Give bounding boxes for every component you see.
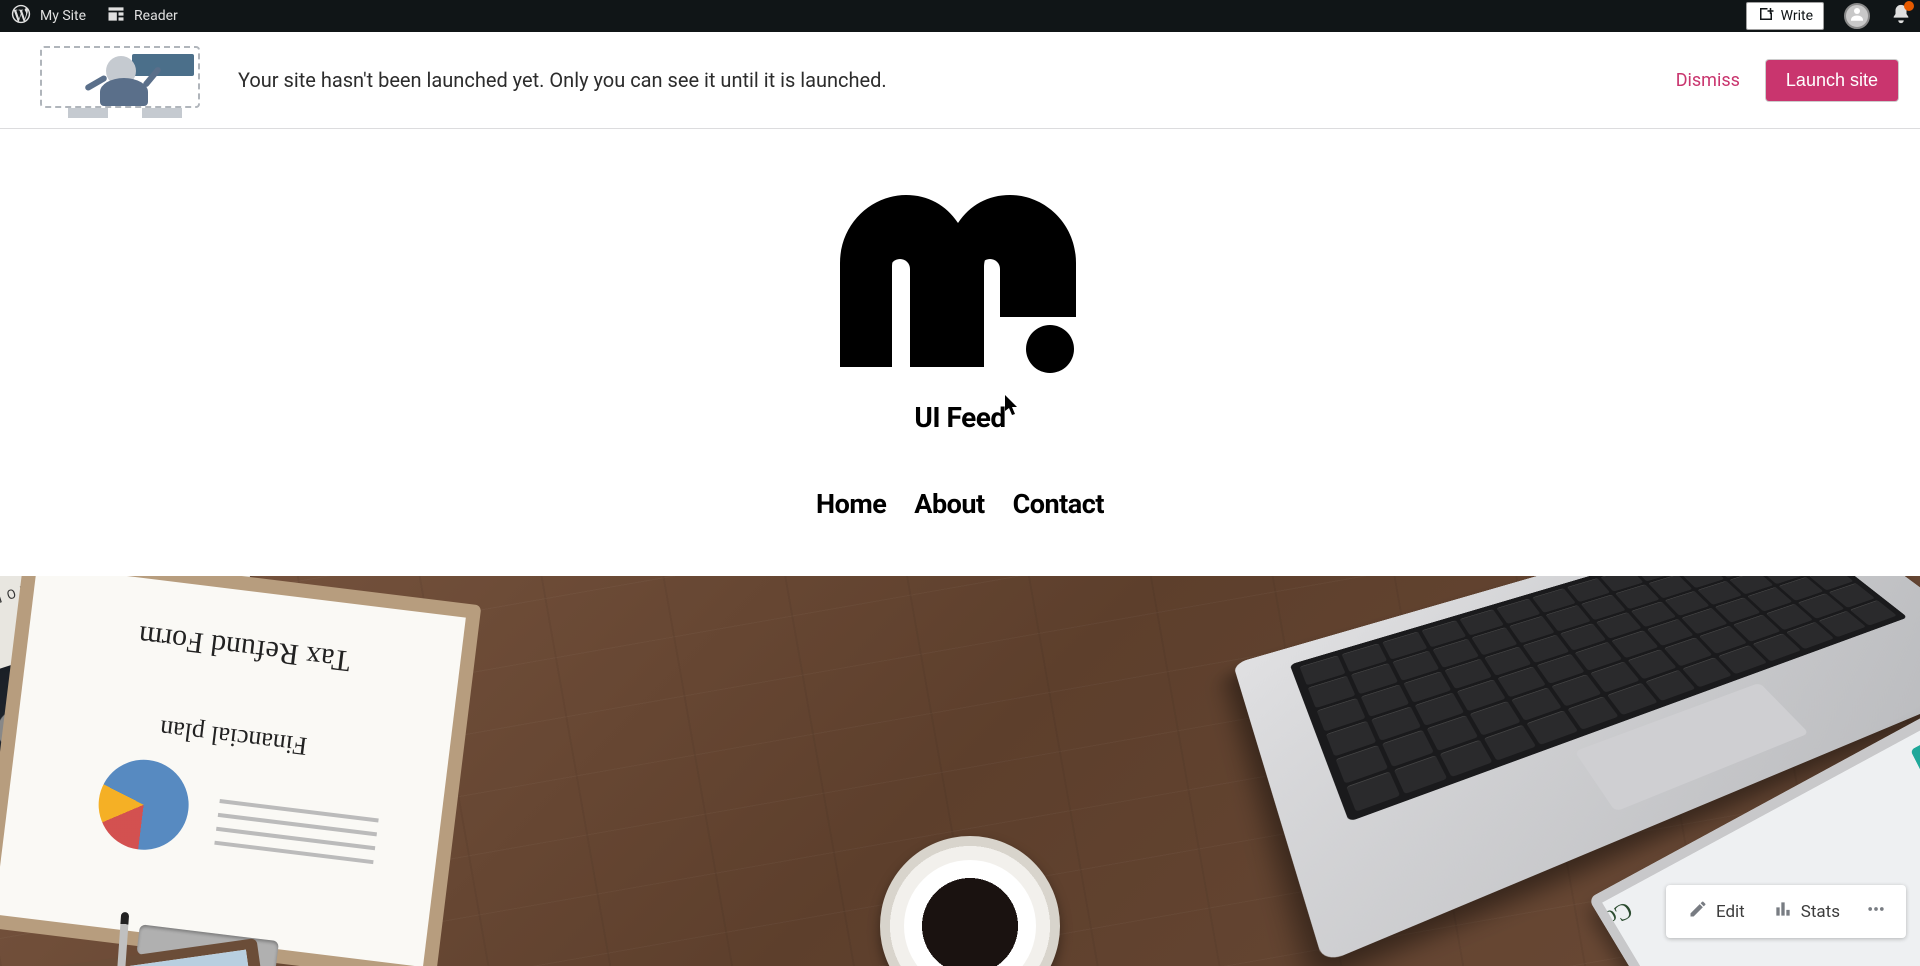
- nav-contact[interactable]: Contact: [1013, 488, 1104, 520]
- write-label: Write: [1781, 8, 1813, 24]
- notifications-button[interactable]: [1890, 3, 1912, 29]
- hero-image: EXPLORATION Tax Refund Form Financial pl…: [0, 576, 1920, 966]
- bar-chart-icon: [1773, 899, 1793, 924]
- reader-icon: [106, 4, 126, 28]
- write-button[interactable]: Write: [1746, 2, 1824, 30]
- launch-site-button[interactable]: Launch site: [1766, 60, 1898, 101]
- nav-about[interactable]: About: [914, 488, 984, 520]
- edit-label: Edit: [1716, 902, 1745, 922]
- banner-illustration: [40, 46, 210, 114]
- site-header: UI Feed Home About Contact: [0, 129, 1920, 576]
- launch-banner: Your site hasn't been launched yet. Only…: [0, 32, 1920, 129]
- clipboard-text-tax: Tax Refund Form: [28, 605, 461, 691]
- logo-m-icon: [830, 177, 1090, 377]
- reader-link[interactable]: Reader: [106, 4, 178, 28]
- hero-clipboard-financial: Tax Refund Form Financial plan: [0, 576, 481, 966]
- my-site-label: My Site: [40, 8, 86, 24]
- reader-label: Reader: [134, 8, 178, 24]
- banner-message: Your site hasn't been launched yet. Only…: [238, 68, 887, 92]
- site-title: UI Feed: [0, 401, 1920, 434]
- clipboard-text-plan: Financial plan: [17, 696, 449, 778]
- hero-coffee-cup: [880, 836, 1060, 966]
- pencil-icon: [1688, 899, 1708, 924]
- wp-admin-bar: My Site Reader Write: [0, 0, 1920, 32]
- nav-home[interactable]: Home: [816, 488, 886, 520]
- ellipsis-icon: [1864, 899, 1888, 924]
- my-site-link[interactable]: My Site: [10, 3, 86, 29]
- site-logo[interactable]: [830, 177, 1090, 381]
- avatar-icon: [1848, 5, 1866, 27]
- laptop-screen-title: Company's Growth: [1588, 895, 1637, 966]
- more-actions-button[interactable]: [1854, 893, 1898, 930]
- notification-dot-icon: [1904, 1, 1914, 11]
- stats-label: Stats: [1801, 902, 1840, 922]
- dismiss-link[interactable]: Dismiss: [1676, 70, 1740, 91]
- profile-avatar[interactable]: [1844, 3, 1870, 29]
- write-icon: [1757, 5, 1775, 27]
- page-action-bar: Edit Stats: [1666, 885, 1906, 938]
- wordpress-icon: [10, 3, 32, 29]
- stats-button[interactable]: Stats: [1759, 893, 1854, 930]
- primary-nav: Home About Contact: [0, 488, 1920, 520]
- edit-page-button[interactable]: Edit: [1674, 893, 1759, 930]
